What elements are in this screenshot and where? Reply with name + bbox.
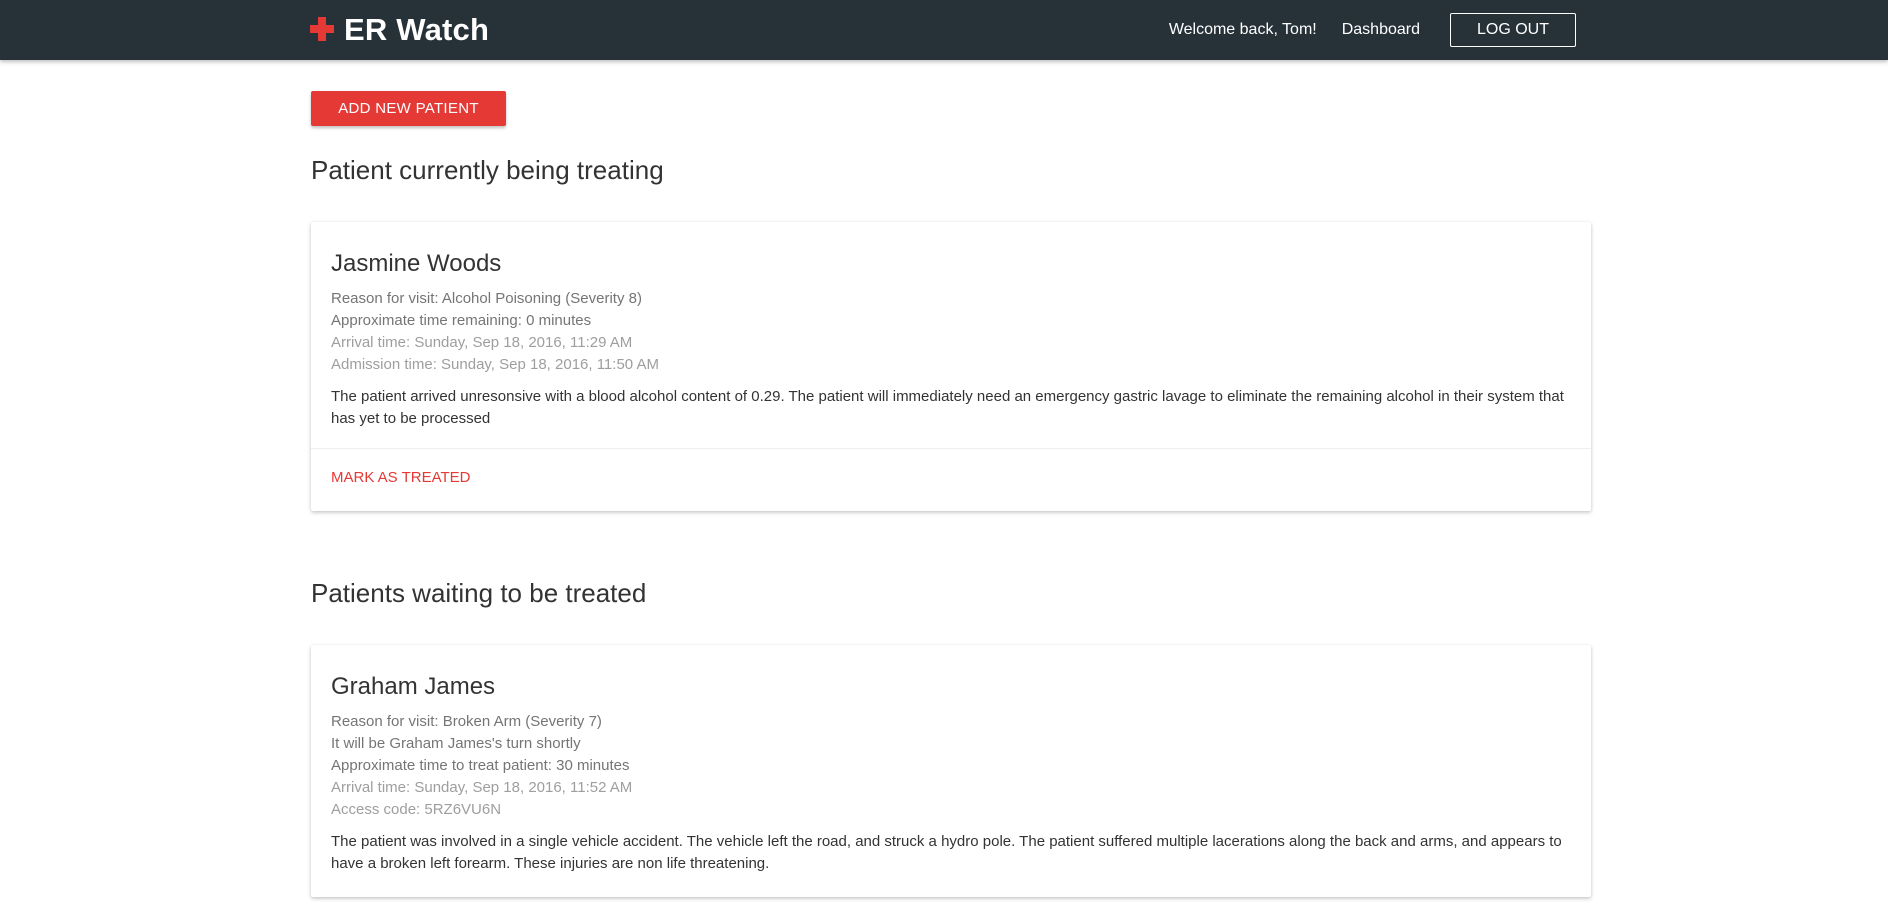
add-new-patient-button[interactable]: ADD NEW PATIENT — [311, 91, 506, 126]
waiting-patient-card: Graham James Reason for visit: Broken Ar… — [311, 645, 1591, 897]
card-body: Graham James Reason for visit: Broken Ar… — [311, 645, 1591, 897]
admission-time: Admission time: Sunday, Sep 18, 2016, 11… — [331, 356, 659, 373]
brand-name: ER Watch — [344, 12, 490, 47]
time-remaining: Approximate time remaining: 0 minutes — [331, 312, 592, 329]
patient-description: The patient arrived unresonsive with a b… — [331, 388, 1564, 427]
dashboard-link[interactable]: Dashboard — [1342, 21, 1420, 39]
turn-status: It will be Graham James's turn shortly — [331, 735, 581, 752]
nav-right: Welcome back, Tom! Dashboard LOG OUT — [1169, 0, 1576, 60]
welcome-message: Welcome back, Tom! — [1168, 21, 1317, 38]
patient-name: Jasmine Woods — [331, 250, 502, 277]
access-code: Access code: 5RZ6VU6N — [331, 801, 502, 818]
mark-as-treated-button[interactable]: MARK AS TREATED — [331, 469, 470, 486]
arrival-time: Arrival time: Sunday, Sep 18, 2016, 11:5… — [331, 779, 633, 796]
top-navbar: ER Watch Welcome back, Tom! Dashboard LO… — [0, 0, 1888, 60]
current-patient-heading: Patient currently being treating — [311, 155, 664, 185]
reason-for-visit: Reason for visit: Alcohol Poisoning (Sev… — [331, 290, 642, 307]
patient-name: Graham James — [331, 673, 496, 700]
patient-description: The patient was involved in a single veh… — [331, 833, 1562, 872]
waiting-patients-heading: Patients waiting to be treated — [311, 578, 647, 608]
red-cross-icon — [310, 17, 334, 41]
brand-logo[interactable]: ER Watch — [310, 0, 489, 60]
card-action-bar: MARK AS TREATED — [311, 448, 1591, 511]
reason-for-visit: Reason for visit: Broken Arm (Severity 7… — [331, 713, 602, 730]
arrival-time: Arrival time: Sunday, Sep 18, 2016, 11:2… — [331, 334, 633, 351]
logout-button[interactable]: LOG OUT — [1450, 13, 1576, 47]
time-to-treat: Approximate time to treat patient: 30 mi… — [331, 757, 630, 774]
current-patient-card: Jasmine Woods Reason for visit: Alcohol … — [311, 222, 1591, 511]
card-body: Jasmine Woods Reason for visit: Alcohol … — [311, 222, 1591, 448]
